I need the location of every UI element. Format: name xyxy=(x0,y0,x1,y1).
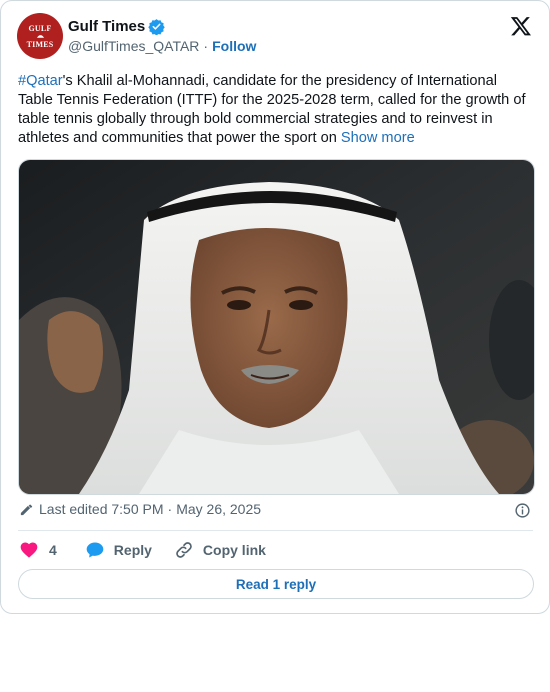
logo-mark-icon xyxy=(36,34,44,38)
reply-button[interactable]: Reply xyxy=(85,540,152,560)
avatar-text-top: GULF xyxy=(28,23,52,33)
read-replies-button[interactable]: Read 1 reply xyxy=(18,569,534,599)
like-button[interactable]: 4 xyxy=(19,540,57,560)
copy-link-label: Copy link xyxy=(202,542,266,558)
verified-badge-icon xyxy=(148,19,165,35)
x-logo-icon[interactable] xyxy=(510,15,532,37)
post-image[interactable] xyxy=(18,159,535,495)
post-date[interactable]: May 26, 2025 xyxy=(176,501,261,517)
separator-dot: · xyxy=(203,38,209,54)
post-body: 's Khalil al-Mohannadi, candidate for th… xyxy=(18,73,526,146)
copy-link-button[interactable]: Copy link xyxy=(174,540,266,560)
account-name-row: Gulf Times xyxy=(68,18,165,35)
separator-dot: · xyxy=(167,501,173,517)
show-more-link[interactable]: Show more xyxy=(341,130,415,146)
divider xyxy=(18,530,533,531)
reply-label: Reply xyxy=(113,542,152,558)
embedded-post-card: GULF TIMES Gulf Times @GulfTimes_QATAR ·… xyxy=(0,0,550,614)
photo-of-man-in-white-ghutra xyxy=(19,160,534,494)
edited-time[interactable]: Last edited 7:50 PM xyxy=(39,501,164,517)
avatar-text-bottom: TIMES xyxy=(26,39,54,49)
post-text: #Qatar's Khalil al-Mohannadi, candidate … xyxy=(18,72,532,148)
info-icon[interactable] xyxy=(514,502,531,519)
heart-icon xyxy=(20,542,38,558)
action-bar: 4 Reply Copy link xyxy=(19,539,266,561)
pencil-icon xyxy=(20,504,33,515)
link-icon xyxy=(176,542,192,558)
edited-meta: Last edited 7:50 PM · May 26, 2025 xyxy=(19,501,261,517)
hashtag-link[interactable]: #Qatar xyxy=(18,73,63,89)
follow-button[interactable]: Follow xyxy=(212,38,256,54)
account-handle[interactable]: @GulfTimes_QATAR xyxy=(68,38,199,54)
account-name[interactable]: Gulf Times xyxy=(68,18,145,35)
like-count: 4 xyxy=(49,542,57,558)
avatar[interactable]: GULF TIMES xyxy=(17,13,63,59)
speech-bubble-icon xyxy=(86,542,104,558)
handle-row: @GulfTimes_QATAR · Follow xyxy=(68,38,256,54)
